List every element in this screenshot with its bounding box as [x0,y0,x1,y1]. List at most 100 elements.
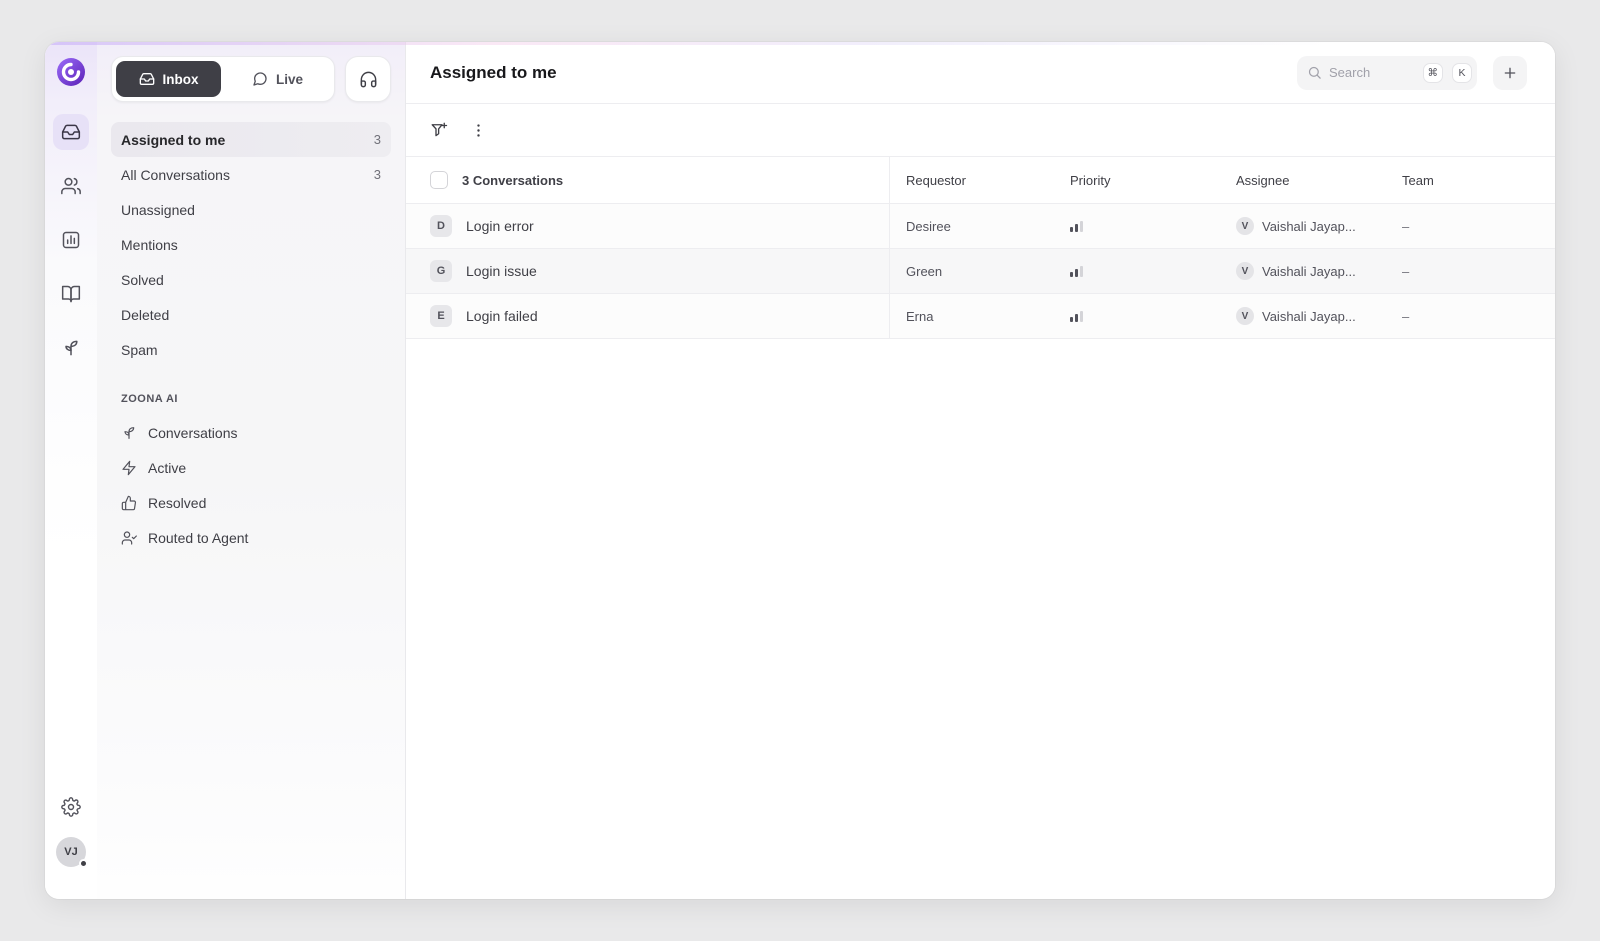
sidebar-item-solved[interactable]: Solved [111,262,391,297]
sidebar-item-label: Deleted [121,307,169,323]
team-cell: – [1386,264,1555,279]
assignee-avatar: V [1236,307,1254,325]
app-window: VJ Inbox Live [45,42,1555,899]
rail-knowledge-button[interactable] [53,276,89,312]
conversation-title: Login issue [466,263,537,279]
new-conversation-button[interactable] [1493,56,1527,90]
sidebar-item-ai-conversations[interactable]: Conversations [111,415,391,450]
more-options-button[interactable] [470,122,487,139]
column-header-priority: Priority [1054,173,1220,188]
team-cell: – [1386,309,1555,324]
support-button[interactable] [345,56,391,102]
sidebar-item-label: Mentions [121,237,178,253]
assignee-avatar: V [1236,262,1254,280]
inbox-nav: Assigned to me 3 All Conversations 3 Una… [111,122,391,367]
tab-live[interactable]: Live [225,61,330,97]
tab-inbox[interactable]: Inbox [116,61,221,97]
sidebar-item-assigned-to-me[interactable]: Assigned to me 3 [111,122,391,157]
sidebar-item-deleted[interactable]: Deleted [111,297,391,332]
item-count: 3 [374,132,381,147]
team-cell: – [1386,219,1555,234]
priority-bars-icon [1070,265,1083,277]
book-icon [61,284,81,304]
assignee-name: Vaishali Jayap... [1262,309,1356,324]
table-header-row: 3 Conversations Requestor Priority Assig… [406,157,1555,204]
sidebar-item-label: Resolved [148,495,206,511]
requestor-cell: Desiree [890,219,1054,234]
conversations-table: 3 Conversations Requestor Priority Assig… [406,156,1555,339]
inbox-icon [139,71,155,87]
search-input[interactable]: Search ⌘ K [1297,56,1477,90]
search-placeholder: Search [1329,65,1416,80]
zoona-ai-section: ZOONA AI Conversations Active Resolved [111,393,391,555]
priority-cell [1054,265,1220,277]
sidebar-item-label: Spam [121,342,158,358]
priority-bars-icon [1070,310,1083,322]
agent-icon [121,530,137,546]
sidebar-item-label: All Conversations [121,167,230,183]
rail-reports-button[interactable] [53,222,89,258]
priority-cell [1054,310,1220,322]
main-header: Assigned to me Search ⌘ K [406,42,1555,104]
user-avatar[interactable]: VJ [56,837,86,867]
icon-rail: VJ [45,42,97,899]
user-initials: VJ [64,846,77,858]
sidebar-item-label: Solved [121,272,164,288]
inbox-icon [61,122,81,142]
zoona-logo [55,56,87,88]
requestor-avatar: G [430,260,452,282]
sidebar-item-label: Routed to Agent [148,530,248,546]
assignee-name: Vaishali Jayap... [1262,264,1356,279]
filter-button[interactable] [430,121,448,139]
sprout-icon [121,425,137,441]
assignee-avatar: V [1236,217,1254,235]
sprout-icon [61,338,81,358]
status-dot [79,859,88,868]
select-all-checkbox[interactable] [430,171,448,189]
plus-icon [1502,65,1518,81]
search-icon [1307,65,1322,80]
column-header-requestor: Requestor [890,173,1054,188]
conversation-title: Login failed [466,308,538,324]
cmd-key-badge: ⌘ [1423,63,1444,83]
item-count: 3 [374,167,381,182]
conversation-row[interactable]: E Login failed Erna V Vaishali Jayap... … [406,294,1555,339]
sidebar-item-all-conversations[interactable]: All Conversations 3 [111,157,391,192]
sidebar-item-label: Unassigned [121,202,195,218]
conversations-count-label: 3 Conversations [462,173,563,188]
requestor-avatar: D [430,215,452,237]
sidebar-item-ai-active[interactable]: Active [111,450,391,485]
k-key-badge: K [1452,63,1472,83]
conversation-row[interactable]: D Login error Desiree V Vaishali Jayap..… [406,204,1555,249]
settings-button[interactable] [55,791,87,823]
sidebar-item-label: Assigned to me [121,132,225,148]
bar-chart-icon [61,230,81,250]
sidebar-item-ai-routed-to-agent[interactable]: Routed to Agent [111,520,391,555]
sidebar-item-spam[interactable]: Spam [111,332,391,367]
sidebar-item-unassigned[interactable]: Unassigned [111,192,391,227]
sidebar-item-ai-resolved[interactable]: Resolved [111,485,391,520]
rail-contacts-button[interactable] [53,168,89,204]
priority-bars-icon [1070,220,1083,232]
bolt-icon [121,460,137,476]
filter-plus-icon [430,121,448,139]
thumbs-up-icon [121,495,137,511]
tab-live-label: Live [276,72,303,87]
column-header-assignee: Assignee [1220,173,1386,188]
requestor-avatar: E [430,305,452,327]
requestor-cell: Erna [890,309,1054,324]
page-title: Assigned to me [430,63,557,83]
inbox-live-switcher: Inbox Live [111,56,335,102]
headset-icon [359,70,378,89]
users-icon [61,176,81,196]
rail-ai-button[interactable] [53,330,89,366]
sidebar-item-label: Active [148,460,186,476]
sidebar-item-mentions[interactable]: Mentions [111,227,391,262]
list-toolbar [406,104,1555,156]
sidebar-item-label: Conversations [148,425,238,441]
conversation-row[interactable]: G Login issue Green V Vaishali Jayap... … [406,249,1555,294]
tab-inbox-label: Inbox [163,72,199,87]
rail-inbox-button[interactable] [53,114,89,150]
assignee-name: Vaishali Jayap... [1262,219,1356,234]
priority-cell [1054,220,1220,232]
